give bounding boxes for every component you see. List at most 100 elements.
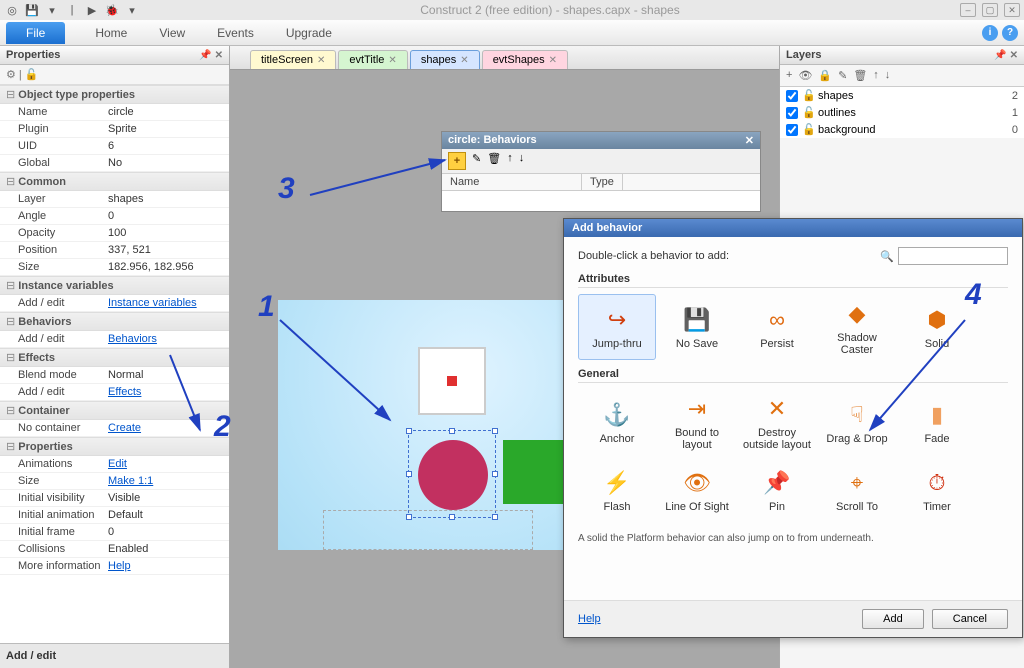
maximize-button[interactable]: ▢ [982, 3, 998, 17]
doctab-titleScreen[interactable]: titleScreen✕ [250, 50, 336, 69]
behaviors-link[interactable]: Behaviors [108, 333, 157, 345]
behavior-scroll-to[interactable]: ⌖Scroll To [818, 457, 896, 523]
pin-icon[interactable]: 📌 ✕ [199, 50, 223, 61]
delete-icon[interactable]: 🗑 [853, 69, 867, 82]
behavior-description: A solid the Platform behavior can also j… [578, 533, 1008, 544]
pin-icon[interactable]: 📌 ✕ [994, 50, 1018, 61]
make-1-1-link[interactable]: Make 1:1 [108, 475, 153, 487]
search-input[interactable] [898, 247, 1008, 265]
layer-visible-checkbox[interactable] [786, 90, 798, 102]
behavior-no-save[interactable]: 💾No Save [658, 294, 736, 360]
section-object-type[interactable]: Object type properties [0, 85, 229, 104]
close-icon[interactable]: ✕ [745, 134, 754, 147]
qat-dropdown-icon[interactable]: ▾ [124, 2, 140, 18]
annotation-2: 2 [214, 410, 231, 444]
col-type[interactable]: Type [582, 174, 623, 190]
behavior-destroy-outside-layout[interactable]: ✕Destroy outside layout [738, 389, 816, 455]
close-tab-icon[interactable]: ✕ [460, 55, 468, 66]
shape-circle-selected[interactable] [408, 430, 496, 518]
shape-white-square[interactable] [418, 347, 486, 415]
doctab-evtTitle[interactable]: evtTitle✕ [338, 50, 407, 69]
section-instance-vars[interactable]: Instance variables [0, 276, 229, 295]
layer-visible-checkbox[interactable] [786, 124, 798, 136]
cancel-button[interactable]: Cancel [932, 609, 1008, 629]
behavior-pin[interactable]: 📌Pin [738, 457, 816, 523]
behavior-shadow-caster[interactable]: ◆Shadow Caster [818, 294, 896, 360]
down-icon[interactable]: ↓ [519, 152, 525, 170]
more-info-help-link[interactable]: Help [108, 560, 131, 572]
shape-green-square[interactable] [503, 440, 567, 504]
ribbon-tab-home[interactable]: Home [79, 26, 143, 40]
layer-row[interactable]: 🔓outlines1 [780, 104, 1024, 121]
lock-icon[interactable]: 🔓 [802, 123, 814, 136]
section-general: General [578, 368, 1008, 383]
edit-animations-link[interactable]: Edit [108, 458, 127, 470]
help-link[interactable]: Help [578, 613, 601, 625]
delete-icon[interactable]: 🗑 [487, 152, 501, 170]
ribbon-tab-view[interactable]: View [143, 26, 201, 40]
add-layer-icon[interactable]: + [786, 69, 792, 82]
col-name[interactable]: Name [442, 174, 582, 190]
ribbon-tab-upgrade[interactable]: Upgrade [270, 26, 348, 40]
section-behaviors[interactable]: Behaviors [0, 312, 229, 331]
window-title: Construct 2 (free edition) - shapes.capx… [140, 3, 960, 17]
create-container-link[interactable]: Create [108, 422, 141, 434]
add-button[interactable]: Add [862, 609, 924, 629]
edit-icon[interactable]: ✎ [472, 152, 481, 170]
up-icon[interactable]: ↑ [873, 69, 879, 82]
lock-icon[interactable]: 🔓 [802, 106, 814, 119]
title-bar: ◎ 💾 ▾ | ▶ 🐞 ▾ Construct 2 (free edition)… [0, 0, 1024, 20]
section-common[interactable]: Common [0, 172, 229, 191]
behavior-jump-thru[interactable]: ↪Jump-thru [578, 294, 656, 360]
close-button[interactable]: ✕ [1004, 3, 1020, 17]
minimize-button[interactable]: – [960, 3, 976, 17]
doctab-evtShapes[interactable]: evtShapes✕ [482, 50, 568, 69]
file-menu[interactable]: File [6, 22, 65, 44]
debug-icon[interactable]: 🐞 [104, 2, 120, 18]
layer-visible-checkbox[interactable] [786, 107, 798, 119]
lock-icon[interactable]: 🔒 [818, 69, 832, 82]
run-icon[interactable]: ▶ [84, 2, 100, 18]
behavior-bound-to-layout[interactable]: ⇥Bound to layout [658, 389, 736, 455]
close-tab-icon[interactable]: ✕ [549, 55, 557, 66]
prop-name[interactable]: circle [108, 106, 134, 118]
undo-dropdown-icon[interactable]: ▾ [44, 2, 60, 18]
behavior-line-of-sight[interactable]: 👁Line Of Sight [658, 457, 736, 523]
ribbon: File Home View Events Upgrade i ? [0, 20, 1024, 46]
layer-row[interactable]: 🔓background0 [780, 121, 1024, 138]
doctab-shapes[interactable]: shapes✕ [410, 50, 480, 69]
behavior-timer[interactable]: ⏱Timer [898, 457, 976, 523]
properties-title: Properties [6, 49, 60, 61]
close-tab-icon[interactable]: ✕ [317, 55, 325, 66]
add-behavior-dialog: Add behavior Double-click a behavior to … [563, 218, 1023, 638]
annotation-4: 4 [965, 278, 982, 312]
behavior-fade[interactable]: ▮Fade [898, 389, 976, 455]
behavior-flash[interactable]: ⚡Flash [578, 457, 656, 523]
layers-title: Layers [786, 49, 821, 61]
about-icon[interactable]: i [982, 25, 998, 41]
instance-vars-link[interactable]: Instance variables [108, 297, 197, 309]
section-properties[interactable]: Properties [0, 437, 229, 456]
behavior-anchor[interactable]: ⚓Anchor [578, 389, 656, 455]
edit-icon[interactable]: ✎ [838, 69, 847, 82]
down-icon[interactable]: ↓ [885, 69, 891, 82]
behaviors-dialog: circle: Behaviors✕ + ✎ 🗑 ↑ ↓ Name Type [441, 131, 761, 212]
help-icon[interactable]: ? [1002, 25, 1018, 41]
close-tab-icon[interactable]: ✕ [388, 55, 396, 66]
section-effects[interactable]: Effects [0, 348, 229, 367]
ribbon-tab-events[interactable]: Events [201, 26, 270, 40]
props-toolbar: ⚙ | 🔓 [0, 65, 229, 85]
eye-icon[interactable]: 👁 [798, 69, 812, 82]
effects-link[interactable]: Effects [108, 386, 141, 398]
section-container[interactable]: Container [0, 401, 229, 420]
behavior-persist[interactable]: ∞Persist [738, 294, 816, 360]
save-icon[interactable]: 💾 [24, 2, 40, 18]
add-behavior-button[interactable]: + [448, 152, 466, 170]
search-icon[interactable]: 🔍 [880, 250, 894, 263]
up-icon[interactable]: ↑ [507, 152, 513, 170]
lock-icon[interactable]: 🔓 [802, 89, 814, 102]
dashed-guide [323, 510, 533, 550]
behavior-drag-drop[interactable]: ☟Drag & Drop [818, 389, 896, 455]
add-behavior-title: Add behavior [564, 219, 1022, 237]
layer-row[interactable]: 🔓shapes2 [780, 87, 1024, 104]
